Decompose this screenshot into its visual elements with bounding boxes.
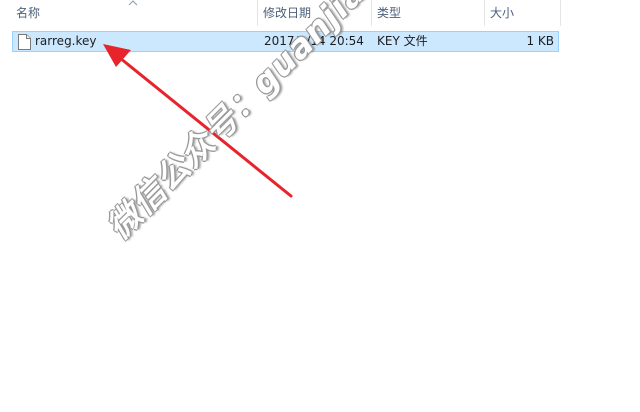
file-modified-date: 2017/8/14 20:54 xyxy=(264,34,364,48)
file-name: rarreg.key xyxy=(35,34,97,48)
column-header-modified[interactable]: 修改日期 xyxy=(258,0,371,26)
annotation-arrow xyxy=(103,44,293,198)
file-explorer-view: 名称 修改日期 类型 大小 rarreg.key 2017/8/14 20:54… xyxy=(0,0,640,412)
column-header-name[interactable]: 名称 xyxy=(11,0,257,26)
column-divider[interactable] xyxy=(560,0,561,26)
column-header-bar: 名称 修改日期 类型 大小 xyxy=(0,0,640,26)
column-header-name-label: 名称 xyxy=(16,6,41,20)
file-row-selected[interactable]: rarreg.key 2017/8/14 20:54 KEY 文件 1 KB xyxy=(12,31,559,52)
column-header-type-label: 类型 xyxy=(377,6,402,20)
column-header-modified-label: 修改日期 xyxy=(263,6,312,20)
column-header-type[interactable]: 类型 xyxy=(372,0,484,26)
column-header-size[interactable]: 大小 xyxy=(485,0,560,26)
file-icon xyxy=(18,34,31,50)
file-size: 1 KB xyxy=(526,34,554,48)
column-header-size-label: 大小 xyxy=(490,6,515,20)
file-type: KEY 文件 xyxy=(377,34,428,48)
